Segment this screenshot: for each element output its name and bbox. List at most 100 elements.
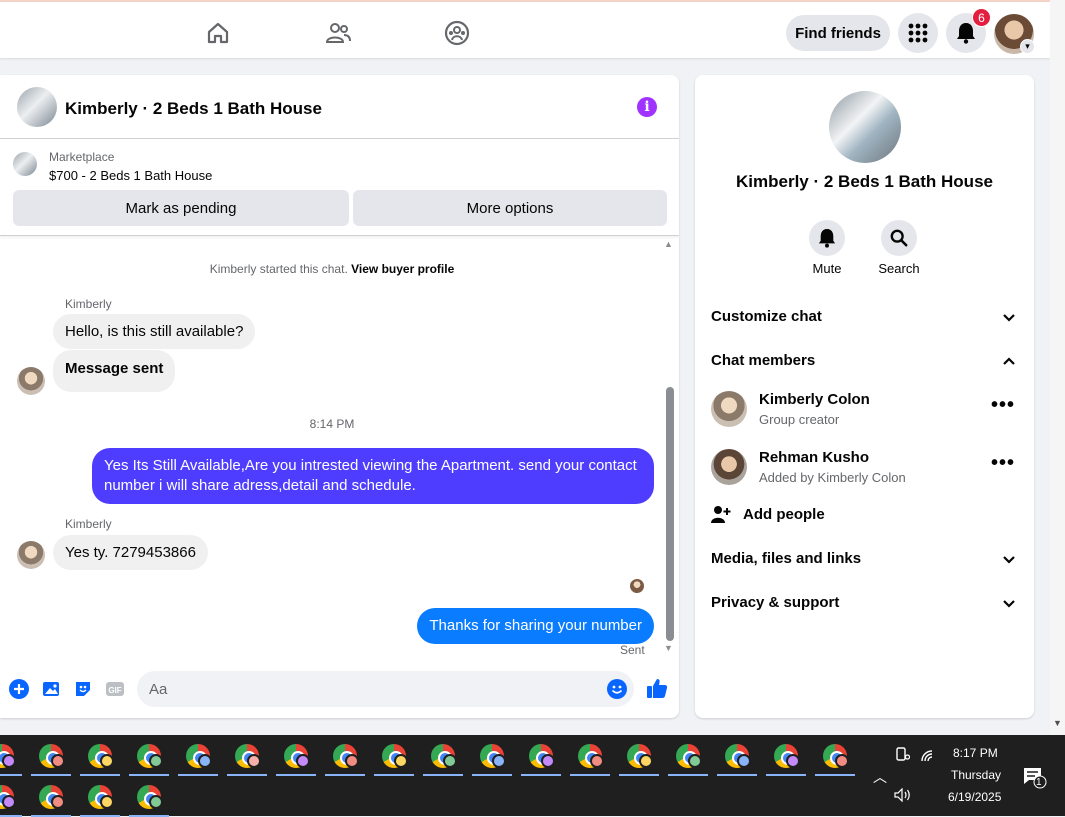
- teams-meet-icon[interactable]: [896, 747, 910, 763]
- chat-members-section[interactable]: Chat members: [711, 352, 815, 369]
- chrome-taskbar-icon[interactable]: [521, 740, 561, 776]
- chat-started-text: Kimberly started this chat.: [209, 262, 348, 276]
- more-options-button[interactable]: More options: [353, 190, 667, 226]
- chat-scrollbar-thumb[interactable]: [666, 387, 674, 641]
- message-timestamp: 8:14 PM: [309, 417, 355, 431]
- member-role: Group creator: [759, 412, 840, 427]
- chrome-taskbar-icon[interactable]: [815, 740, 855, 776]
- photo-icon[interactable]: [41, 679, 61, 699]
- chrome-taskbar-icon[interactable]: [472, 740, 512, 776]
- chrome-taskbar-icon[interactable]: [80, 781, 120, 817]
- incoming-message[interactable]: Message sent: [53, 350, 176, 392]
- add-people-button[interactable]: Add people: [743, 506, 825, 523]
- listing-title[interactable]: $700 - 2 Beds 1 Bath House: [49, 168, 212, 183]
- add-person-icon[interactable]: [711, 504, 731, 524]
- clock-date[interactable]: 6/19/2025: [948, 790, 1001, 804]
- details-avatar[interactable]: [829, 91, 901, 163]
- scroll-up-arrow-icon[interactable]: ▲: [664, 239, 673, 249]
- sent-status: Sent: [620, 643, 645, 657]
- seen-by-avatar: [630, 579, 644, 593]
- chrome-taskbar-icon[interactable]: [570, 740, 610, 776]
- conversation-avatar[interactable]: [17, 87, 57, 127]
- scroll-down-arrow-icon[interactable]: ▼: [1053, 718, 1062, 728]
- volume-icon[interactable]: [894, 788, 912, 802]
- incoming-message[interactable]: Yes ty. 7279453866: [53, 535, 208, 570]
- grid-menu-icon: [908, 23, 928, 43]
- info-icon[interactable]: i: [637, 97, 657, 117]
- clock-time[interactable]: 8:17 PM: [953, 746, 998, 760]
- chrome-taskbar-icon[interactable]: [374, 740, 414, 776]
- listing-thumbnail[interactable]: [13, 152, 37, 176]
- chevron-down-icon[interactable]: [1001, 552, 1017, 568]
- conversation-details-panel: Kimberly · 2 Beds 1 Bath House Mute Sear…: [695, 75, 1034, 718]
- chrome-taskbar-icon[interactable]: [423, 740, 463, 776]
- chevron-down-icon[interactable]: [1001, 596, 1017, 612]
- chrome-taskbar-icon[interactable]: [766, 740, 806, 776]
- menu-button[interactable]: [898, 13, 938, 53]
- conversation-header: Kimberly · 2 Beds 1 Bath House i: [0, 75, 679, 139]
- chrome-taskbar-icon[interactable]: [129, 781, 169, 817]
- mute-button[interactable]: [809, 220, 845, 256]
- chrome-taskbar-icon[interactable]: [668, 740, 708, 776]
- scroll-down-arrow-icon[interactable]: ▼: [664, 643, 673, 653]
- conversation-title[interactable]: Kimberly · 2 Beds 1 Bath House: [65, 99, 322, 119]
- chrome-taskbar-icon[interactable]: [276, 740, 316, 776]
- chrome-taskbar-icon[interactable]: [178, 740, 218, 776]
- groups-icon[interactable]: [444, 20, 470, 46]
- chrome-taskbar-icon[interactable]: [717, 740, 757, 776]
- wifi-icon[interactable]: [920, 749, 936, 763]
- member-avatar[interactable]: [711, 449, 747, 485]
- outgoing-message[interactable]: Thanks for sharing your number: [417, 608, 654, 644]
- member-avatar[interactable]: [711, 391, 747, 427]
- member-name[interactable]: Kimberly Colon: [759, 391, 870, 408]
- page-scrollbar[interactable]: ▼: [1050, 0, 1065, 735]
- chrome-taskbar-icon[interactable]: [0, 740, 22, 776]
- sender-avatar[interactable]: [17, 541, 45, 569]
- sticker-icon[interactable]: [73, 679, 93, 699]
- chrome-taskbar-icon[interactable]: [227, 740, 267, 776]
- media-files-links-section[interactable]: Media, files and links: [711, 550, 861, 567]
- chrome-taskbar-icon[interactable]: [80, 740, 120, 776]
- notification-badge: 6: [972, 8, 991, 27]
- chrome-taskbar-icon[interactable]: [0, 781, 22, 817]
- emoji-icon[interactable]: [607, 679, 627, 699]
- plus-icon[interactable]: [9, 679, 29, 699]
- view-buyer-profile-link[interactable]: View buyer profile: [351, 262, 454, 276]
- top-navigation-bar: Find friends 6 ▾: [0, 0, 1050, 58]
- customize-chat-section[interactable]: Customize chat: [711, 308, 822, 325]
- thumbs-up-icon[interactable]: [646, 677, 668, 699]
- search-icon: [890, 229, 908, 247]
- chevron-up-icon[interactable]: [1001, 353, 1017, 369]
- notification-center-count: 1: [1036, 777, 1042, 788]
- mark-as-pending-button[interactable]: Mark as pending: [13, 190, 349, 226]
- chrome-taskbar-icon[interactable]: [325, 740, 365, 776]
- privacy-support-section[interactable]: Privacy & support: [711, 594, 839, 611]
- member-name[interactable]: Rehman Kusho: [759, 449, 869, 466]
- chrome-taskbar-icon[interactable]: [129, 740, 169, 776]
- show-hidden-icons-icon[interactable]: ︿: [873, 767, 887, 787]
- gif-icon[interactable]: GIF: [105, 679, 125, 699]
- search-button[interactable]: [881, 220, 917, 256]
- mute-label: Mute: [812, 261, 842, 276]
- chrome-taskbar-icon[interactable]: [31, 740, 71, 776]
- chevron-down-icon[interactable]: [1001, 310, 1017, 326]
- windows-taskbar: ︿ 1: [0, 735, 1065, 817]
- home-icon[interactable]: [205, 20, 231, 46]
- chevron-down-icon[interactable]: ▾: [1020, 39, 1035, 54]
- chrome-taskbar-icon[interactable]: [619, 740, 659, 776]
- find-friends-button[interactable]: Find friends: [786, 15, 890, 51]
- conversation-panel: Kimberly · 2 Beds 1 Bath House i Marketp…: [0, 75, 679, 718]
- bell-icon: [818, 229, 836, 248]
- message-input[interactable]: Aa: [137, 671, 634, 707]
- sender-avatar[interactable]: [17, 367, 45, 395]
- clock-day[interactable]: Thursday: [951, 768, 1001, 782]
- message-sender: Kimberly: [65, 517, 112, 531]
- marketplace-label: Marketplace: [49, 150, 115, 164]
- member-options-icon[interactable]: •••: [991, 452, 1015, 475]
- friends-icon[interactable]: [325, 20, 351, 46]
- member-options-icon[interactable]: •••: [991, 394, 1015, 417]
- notification-center-icon[interactable]: [1023, 767, 1047, 789]
- incoming-message[interactable]: Hello, is this still available?: [53, 314, 256, 349]
- chrome-taskbar-icon[interactable]: [31, 781, 71, 817]
- outgoing-message[interactable]: Yes Its Still Available,Are you intreste…: [92, 448, 654, 504]
